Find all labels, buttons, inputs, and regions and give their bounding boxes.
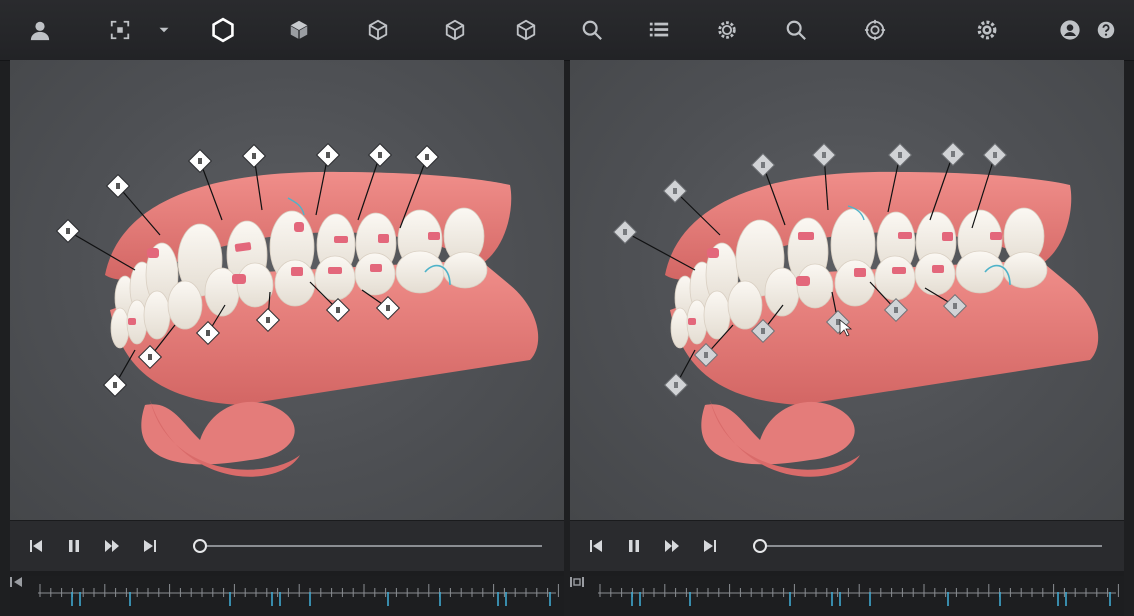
timeline-ticks (38, 584, 559, 606)
skip-end-icon[interactable] (700, 536, 720, 556)
dental-model-right (612, 141, 1099, 477)
left-timeline[interactable] (10, 576, 564, 610)
account-icon[interactable] (1056, 16, 1084, 44)
settings-icon[interactable] (973, 16, 1001, 44)
left-pane (10, 60, 564, 616)
hexagon-icon[interactable] (209, 16, 237, 44)
fast-forward-icon[interactable] (102, 536, 122, 556)
timeline-ticks (598, 584, 1119, 606)
right-playback-controls (570, 520, 1124, 571)
cube-iso-icon[interactable] (512, 16, 540, 44)
skip-start-icon[interactable] (26, 536, 46, 556)
chevron-down-icon[interactable] (150, 16, 178, 44)
slider-thumb[interactable] (753, 539, 767, 553)
list-icon[interactable] (645, 16, 673, 44)
left-viewport-3d[interactable] (10, 60, 564, 520)
help-icon[interactable] (1092, 16, 1120, 44)
right-pane (570, 60, 1124, 616)
skip-end-icon[interactable] (140, 536, 160, 556)
target-icon[interactable] (861, 16, 889, 44)
user-icon[interactable] (26, 16, 54, 44)
skip-start-icon[interactable] (586, 536, 606, 556)
capture-icon[interactable] (106, 16, 134, 44)
cube-top-icon[interactable] (441, 16, 469, 44)
dental-model-left (55, 142, 539, 477)
left-playback-controls (10, 520, 564, 571)
search-2-icon[interactable] (782, 16, 810, 44)
cube-side-icon[interactable] (364, 16, 392, 44)
search-icon[interactable] (578, 16, 606, 44)
left-progress-slider[interactable] (193, 539, 542, 553)
right-timeline[interactable] (570, 576, 1124, 610)
pause-icon[interactable] (624, 536, 644, 556)
right-viewport-3d[interactable] (570, 60, 1124, 520)
main-toolbar (0, 0, 1134, 61)
slider-thumb[interactable] (193, 539, 207, 553)
fast-forward-icon[interactable] (662, 536, 682, 556)
pause-icon[interactable] (64, 536, 84, 556)
gear-badge-icon[interactable] (713, 16, 741, 44)
right-progress-slider[interactable] (753, 539, 1102, 553)
cube-front-icon[interactable] (285, 16, 313, 44)
